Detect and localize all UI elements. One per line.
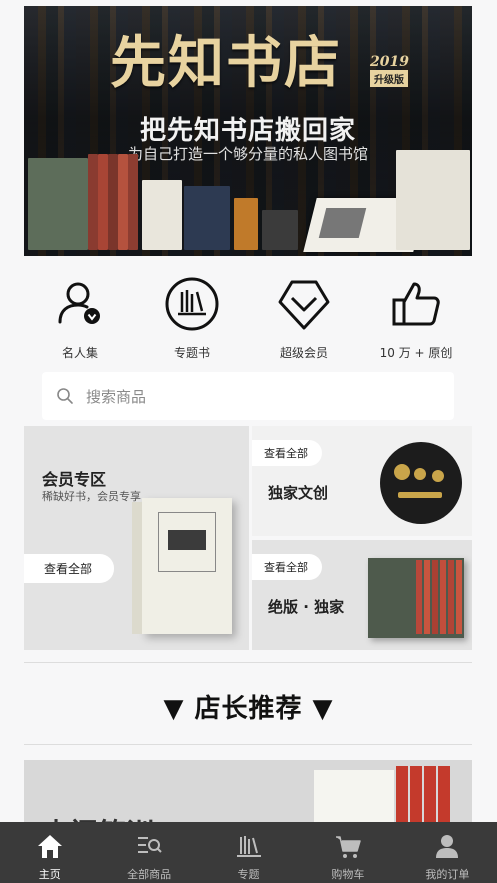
outofprint-product-image [368,558,464,638]
member-zone-card[interactable]: 会员专区 稀缺好书，会员专享 查看全部 [24,426,249,650]
tab-topics[interactable]: 专题 [199,822,298,883]
outofprint-view-all-button[interactable]: 查看全部 [252,554,322,580]
book-image [142,180,182,250]
banner-subtitle: 把先知书店搬回家 [139,116,356,146]
search-bar[interactable]: 搜索商品 [42,372,454,420]
tab-label: 主页 [38,868,61,881]
book-image [28,158,88,250]
gift-bar [398,492,442,498]
gift-coin [394,464,410,480]
search-icon [57,388,73,404]
box-spine [440,560,446,634]
box-spine [456,560,462,634]
book-image [98,154,108,250]
divider [24,744,472,745]
book-image [118,154,128,250]
search-input[interactable]: 搜索商品 [86,386,146,407]
books-icon [236,836,261,857]
book-image [108,154,118,250]
tab-label: 购物车 [331,868,365,881]
tab-cart[interactable]: 购物车 [298,822,397,883]
diamond-icon [278,280,330,330]
outofprint-title: 绝版 · 独家 [268,598,345,616]
box-spine [448,560,454,634]
shortcut-vip[interactable]: 超级会员 [248,276,360,366]
tab-label: 我的订单 [425,868,470,881]
shortcut-label: 超级会员 [279,346,328,360]
home-page: 先知书店 2019 升级版 把先知书店搬回家 为自己打造一个够分量的私人图书馆 [0,0,497,883]
home-icon [37,835,62,858]
tab-home[interactable]: 主页 [0,822,99,883]
thumbs-up-icon [392,282,440,326]
shortcut-row: 名人集 专题书 超级会员 10 万 + 原创 [24,276,472,366]
banner-year: 2019 [370,54,409,70]
gift-coin [414,468,426,480]
outofprint-card[interactable]: 查看全部 绝版 · 独家 [252,540,472,650]
creative-card[interactable]: 查看全部 独家文创 [252,426,472,536]
box-spine [432,560,438,634]
tab-my-orders[interactable]: 我的订单 [398,822,497,883]
book-image [396,150,470,250]
cart-icon [335,836,361,858]
creative-product-image [380,442,462,524]
tab-label: 全部商品 [127,868,172,881]
shortcut-original[interactable]: 10 万 + 原创 [360,276,472,366]
cover-label [168,530,206,550]
tab-all-products[interactable]: 全部商品 [99,822,198,883]
book-image [262,210,298,250]
book-image [128,154,138,250]
shortcut-label: 专题书 [173,346,210,360]
divider [24,662,472,663]
creative-title: 独家文创 [268,484,329,502]
member-zone-title: 会员专区 [42,470,107,489]
promo-banner[interactable]: 先知书店 2019 升级版 把先知书店搬回家 为自己打造一个够分量的私人图书馆 [24,6,472,256]
books-circle-icon [165,277,219,331]
book-image [184,186,230,250]
list-search-icon [138,837,162,853]
bottom-tab-bar: 主页 全部商品 专题 购物车 我的订单 [0,822,497,883]
member-view-all-button[interactable]: 查看全部 [24,554,115,583]
shortcut-label: 10 万 + 原创 [379,346,453,360]
section-title: ▼ 店长推荐 ▼ [163,694,334,724]
feature-grid: 会员专区 稀缺好书，会员专享 查看全部 查看全部 独家文创 查看全部 绝版 · … [24,426,472,650]
banner-version: 升级版 [370,70,408,87]
shortcut-topics[interactable]: 专题书 [136,276,248,366]
banner-books [24,150,472,256]
shortcut-label: 名人集 [61,346,98,360]
creative-view-all-button[interactable]: 查看全部 [252,440,322,466]
box-spine [416,560,422,634]
member-book-image [132,498,232,634]
tab-label: 专题 [237,868,260,881]
box-spine [424,560,430,634]
banner-title: 先知书店 [110,30,342,96]
book-image [88,154,98,250]
user-icon [436,835,459,858]
person-check-icon [58,282,100,324]
member-zone-subtitle: 稀缺好书，会员专享 [42,490,141,503]
gift-coin [432,470,444,482]
shortcut-celebrities[interactable]: 名人集 [24,276,136,366]
book-image [234,198,258,250]
